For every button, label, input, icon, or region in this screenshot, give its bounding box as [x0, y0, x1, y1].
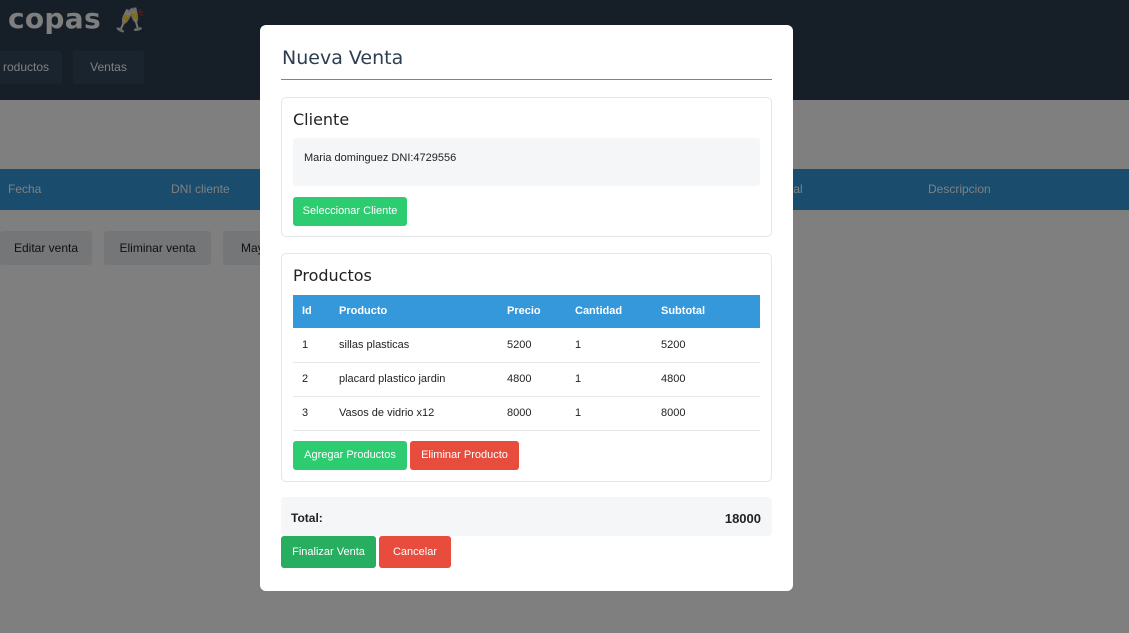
row-id: 2	[302, 373, 309, 385]
client-card: Cliente Maria dominguez DNI:4729556 Sele…	[281, 97, 772, 237]
row-cantidad: 1	[575, 373, 582, 385]
select-client-button[interactable]: Seleccionar Cliente	[293, 197, 407, 226]
row-precio: 4800	[507, 373, 532, 385]
products-table-header: Id Producto Precio Cantidad Subtotal	[293, 295, 760, 328]
total-bar: Total: 18000	[281, 497, 772, 536]
row-id: 3	[302, 407, 309, 419]
row-producto: sillas plasticas	[339, 339, 410, 351]
column-cantidad: Cantidad	[575, 305, 623, 317]
total-value: 18000	[724, 511, 761, 526]
new-sale-modal: Nueva Venta Cliente Maria dominguez DNI:…	[260, 25, 793, 591]
row-id: 1	[302, 339, 309, 351]
remove-product-button[interactable]: Eliminar Producto	[410, 441, 519, 470]
products-title: Productos	[293, 266, 372, 285]
row-producto: placard plastico jardin	[339, 373, 446, 385]
row-precio: 8000	[507, 407, 532, 419]
cancel-button[interactable]: Cancelar	[379, 536, 451, 568]
products-card: Productos Id Producto Precio Cantidad Su…	[281, 253, 772, 482]
table-row[interactable]: 3 Vasos de vidrio x12 8000 1 8000	[293, 396, 760, 431]
row-subtotal: 5200	[661, 339, 686, 351]
modal-title: Nueva Venta	[282, 47, 404, 69]
title-divider	[281, 79, 772, 80]
selected-client-text: Maria dominguez DNI:4729556	[304, 152, 457, 164]
column-producto: Producto	[339, 305, 388, 317]
row-cantidad: 1	[575, 339, 582, 351]
selected-client-box: Maria dominguez DNI:4729556	[293, 138, 760, 186]
table-row[interactable]: 2 placard plastico jardin 4800 1 4800	[293, 362, 760, 397]
column-subtotal: Subtotal	[661, 305, 705, 317]
row-producto: Vasos de vidrio x12	[339, 407, 435, 419]
row-precio: 5200	[507, 339, 532, 351]
column-precio: Precio	[507, 305, 541, 317]
column-id: Id	[302, 305, 312, 317]
finalize-sale-button[interactable]: Finalizar Venta	[281, 536, 376, 568]
add-products-button[interactable]: Agregar Productos	[293, 441, 407, 470]
total-label: Total:	[291, 511, 323, 525]
table-row[interactable]: 1 sillas plasticas 5200 1 5200	[293, 328, 760, 363]
row-subtotal: 8000	[661, 407, 686, 419]
client-title: Cliente	[293, 110, 350, 129]
row-subtotal: 4800	[661, 373, 686, 385]
row-cantidad: 1	[575, 407, 582, 419]
